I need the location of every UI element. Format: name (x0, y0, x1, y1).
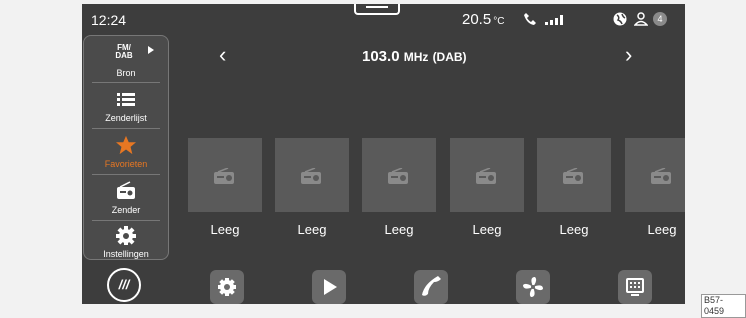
climate-button[interactable] (516, 270, 550, 304)
settings-icon (218, 278, 236, 296)
radio-icon (476, 168, 496, 184)
preset-label: Leeg (210, 222, 240, 237)
list-icon (117, 93, 135, 106)
preset-tile-3[interactable] (362, 138, 436, 212)
radio-icon (214, 168, 234, 184)
next-station-arrow[interactable]: › (625, 42, 632, 68)
fm-dab-icon: FM/ DAB (115, 43, 133, 60)
gear-icon (116, 226, 136, 245)
preset-label: Leeg (384, 222, 414, 237)
radio-icon (117, 181, 135, 199)
pull-down-handle[interactable] (354, 4, 400, 15)
star-icon (116, 135, 136, 155)
preset-label: Leeg (559, 222, 589, 237)
sidebar-item-instellingen[interactable]: Instellingen (84, 219, 168, 263)
sidebar-item-label: Zender (111, 205, 141, 215)
infotainment-screen: 12:24 20.5 °C 4 FM/ DAB Bron Zenderlijst … (82, 4, 685, 304)
radio-icon (563, 168, 583, 184)
phone-button[interactable] (414, 270, 448, 304)
preset-tile-5[interactable] (537, 138, 611, 212)
home-button[interactable]: /// (107, 268, 141, 302)
sidebar-item-zender[interactable]: Zender (84, 175, 168, 219)
phone-status-icon (524, 13, 536, 25)
sidebar-item-label: Bron (116, 68, 136, 78)
media-button[interactable] (618, 270, 652, 304)
preset-label: Leeg (647, 222, 677, 237)
user-connected-icon (634, 12, 648, 26)
source-sidebar: FM/ DAB Bron Zenderlijst Favorieten Zend… (83, 35, 169, 260)
play-button[interactable] (312, 270, 346, 304)
previous-station-arrow[interactable]: ‹ (219, 42, 226, 68)
globe-icon (613, 12, 627, 26)
settings-button[interactable] (210, 270, 244, 304)
sidebar-item-label: Zenderlijst (105, 113, 147, 123)
sidebar-item-label: Instellingen (103, 249, 149, 259)
sidebar-item-favorieten[interactable]: Favorieten (84, 129, 168, 173)
status-bar: 12:24 20.5 °C 4 (82, 4, 685, 34)
sidebar-item-zenderlijst[interactable]: Zenderlijst (84, 83, 168, 127)
preset-tile-2[interactable] (275, 138, 349, 212)
temperature: 20.5 °C (462, 11, 505, 28)
phone-icon (422, 276, 441, 296)
media-icon (626, 278, 644, 296)
clock: 12:24 (91, 12, 127, 28)
sidebar-item-bron[interactable]: FM/ DAB Bron (84, 38, 168, 82)
play-icon (324, 279, 337, 295)
figure-code: B57-0459 (701, 294, 746, 318)
signal-strength-icon (545, 15, 563, 25)
preset-tile-6[interactable] (625, 138, 685, 212)
chevron-right-icon (148, 46, 154, 54)
preset-label: Leeg (297, 222, 327, 237)
notification-badge[interactable]: 4 (653, 12, 667, 26)
sidebar-item-label: Favorieten (104, 159, 148, 169)
preset-tile-1[interactable] (188, 138, 262, 212)
preset-label: Leeg (472, 222, 502, 237)
bottom-dock: /// (82, 262, 685, 304)
station-frequency: 103.0 MHz (DAB) (362, 48, 467, 65)
radio-icon (651, 168, 671, 184)
radio-icon (301, 168, 321, 184)
fan-icon (523, 277, 543, 297)
radio-icon (388, 168, 408, 184)
preset-tile-4[interactable] (450, 138, 524, 212)
